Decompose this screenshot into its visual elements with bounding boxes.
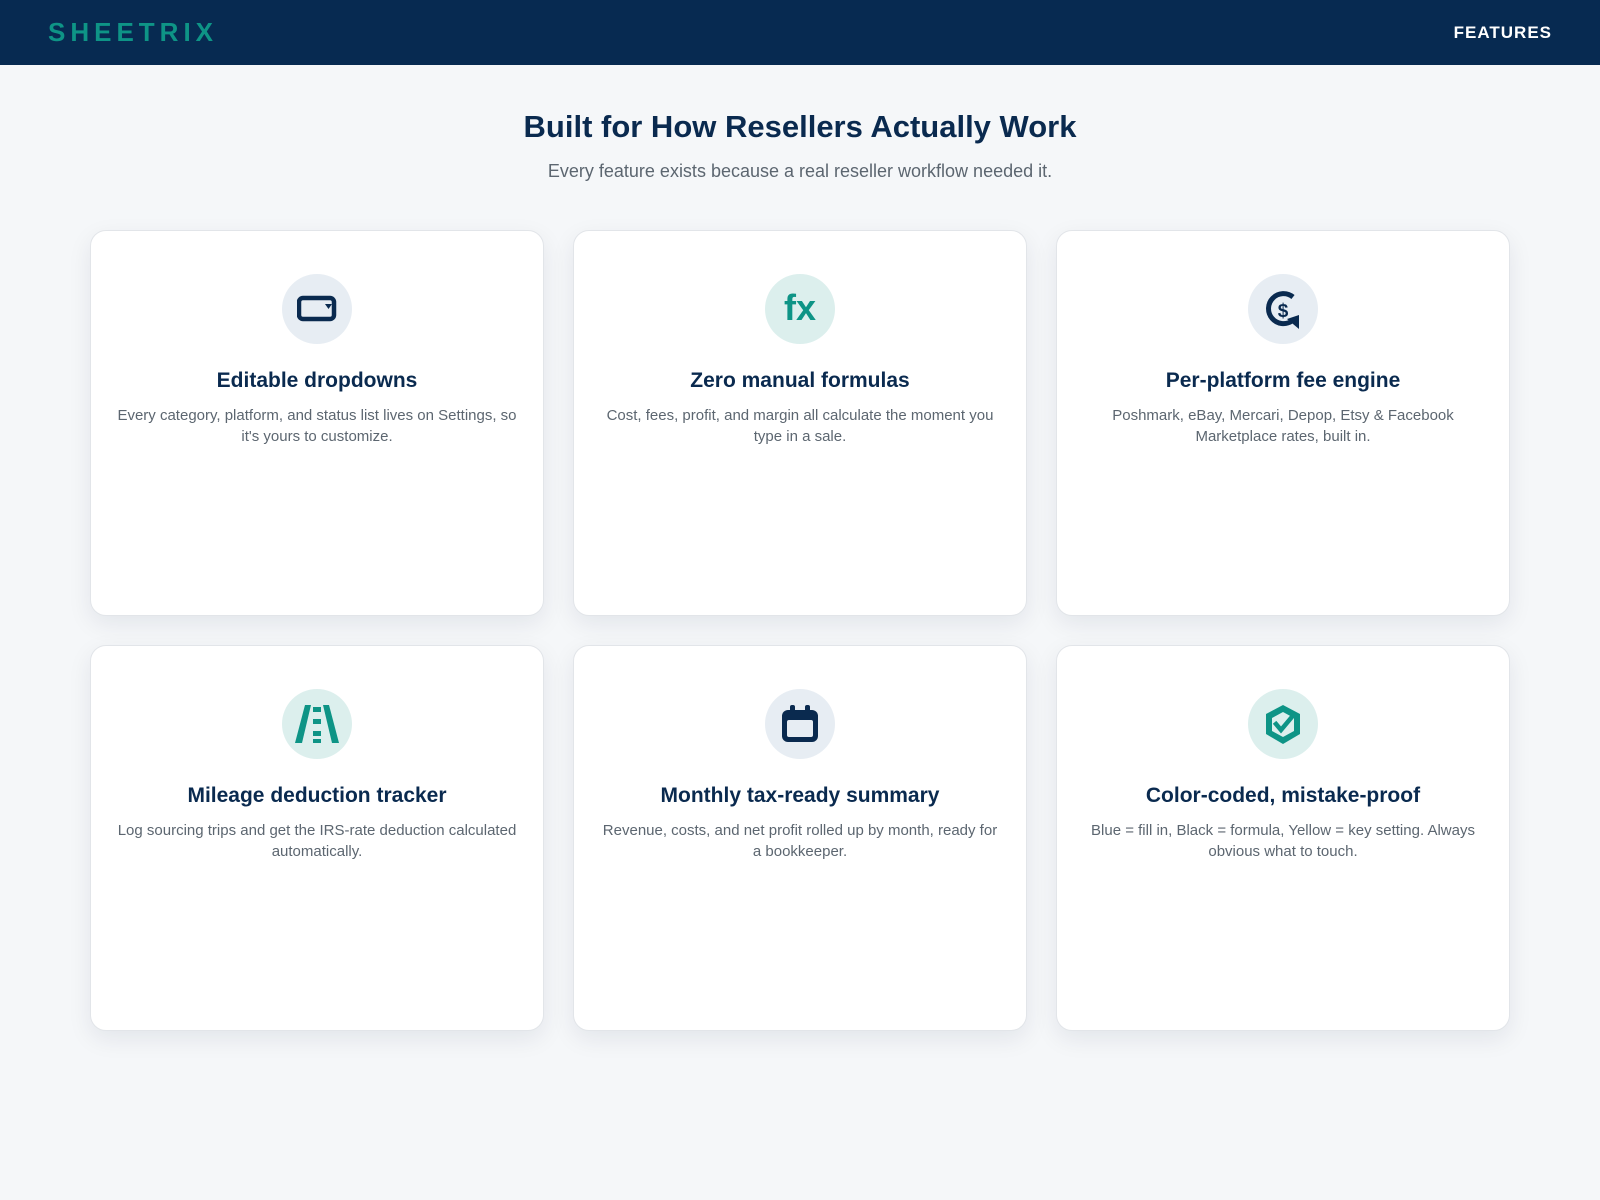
feature-description: Revenue, costs, and net profit rolled up… (602, 822, 998, 860)
feature-card-monthly-tax-ready-summary: Monthly tax-ready summary Revenue, costs… (573, 645, 1027, 1031)
calendar-icon (765, 689, 835, 759)
feature-description: Poshmark, eBay, Mercari, Depop, Etsy & F… (1112, 407, 1454, 445)
feature-title: Per-platform fee engine (1165, 369, 1401, 392)
hero-section: Built for How Resellers Actually Work Ev… (0, 109, 1600, 182)
feature-card-color-coded-mistake-proof: Color-coded, mistake-proof Blue = fill i… (1056, 645, 1510, 1031)
feature-card-per-platform-fee-engine: $ Per-platform fee engine Poshmark, eBay… (1056, 230, 1510, 616)
feature-title: Editable dropdowns (216, 369, 418, 392)
feature-card-zero-manual-formulas: fx Zero manual formulas Cost, fees, prof… (573, 230, 1027, 616)
features-grid: Editable dropdowns Every category, platf… (90, 230, 1510, 1031)
road-icon (282, 689, 352, 759)
feature-description: Every category, platform, and status lis… (117, 407, 517, 445)
feature-title: Zero manual formulas (690, 369, 910, 392)
nav-link-features[interactable]: FEATURES (1454, 23, 1552, 43)
feature-title: Color-coded, mistake-proof (1145, 784, 1421, 807)
brand-logo[interactable]: SHEETRIX (48, 17, 218, 48)
dollar-cycle-icon: $ (1248, 274, 1318, 344)
dropdown-icon (282, 274, 352, 344)
feature-description: Cost, fees, profit, and margin all calcu… (606, 407, 994, 445)
formula-icon: fx (765, 274, 835, 344)
page-title: Built for How Resellers Actually Work (523, 109, 1077, 144)
top-navigation-bar: SHEETRIX FEATURES (0, 0, 1600, 65)
feature-card-editable-dropdowns: Editable dropdowns Every category, platf… (90, 230, 544, 616)
page-subtitle: Every feature exists because a real rese… (547, 161, 1053, 181)
feature-description: Log sourcing trips and get the IRS-rate … (117, 822, 517, 860)
formula-glyph: fx (783, 287, 816, 328)
shield-check-icon (1248, 689, 1318, 759)
feature-title: Mileage deduction tracker (187, 784, 447, 807)
feature-card-mileage-deduction-tracker: Mileage deduction tracker Log sourcing t… (90, 645, 544, 1031)
feature-title: Monthly tax-ready summary (660, 784, 940, 807)
svg-text:$: $ (1278, 301, 1289, 322)
feature-description: Blue = fill in, Black = formula, Yellow … (1091, 822, 1475, 860)
